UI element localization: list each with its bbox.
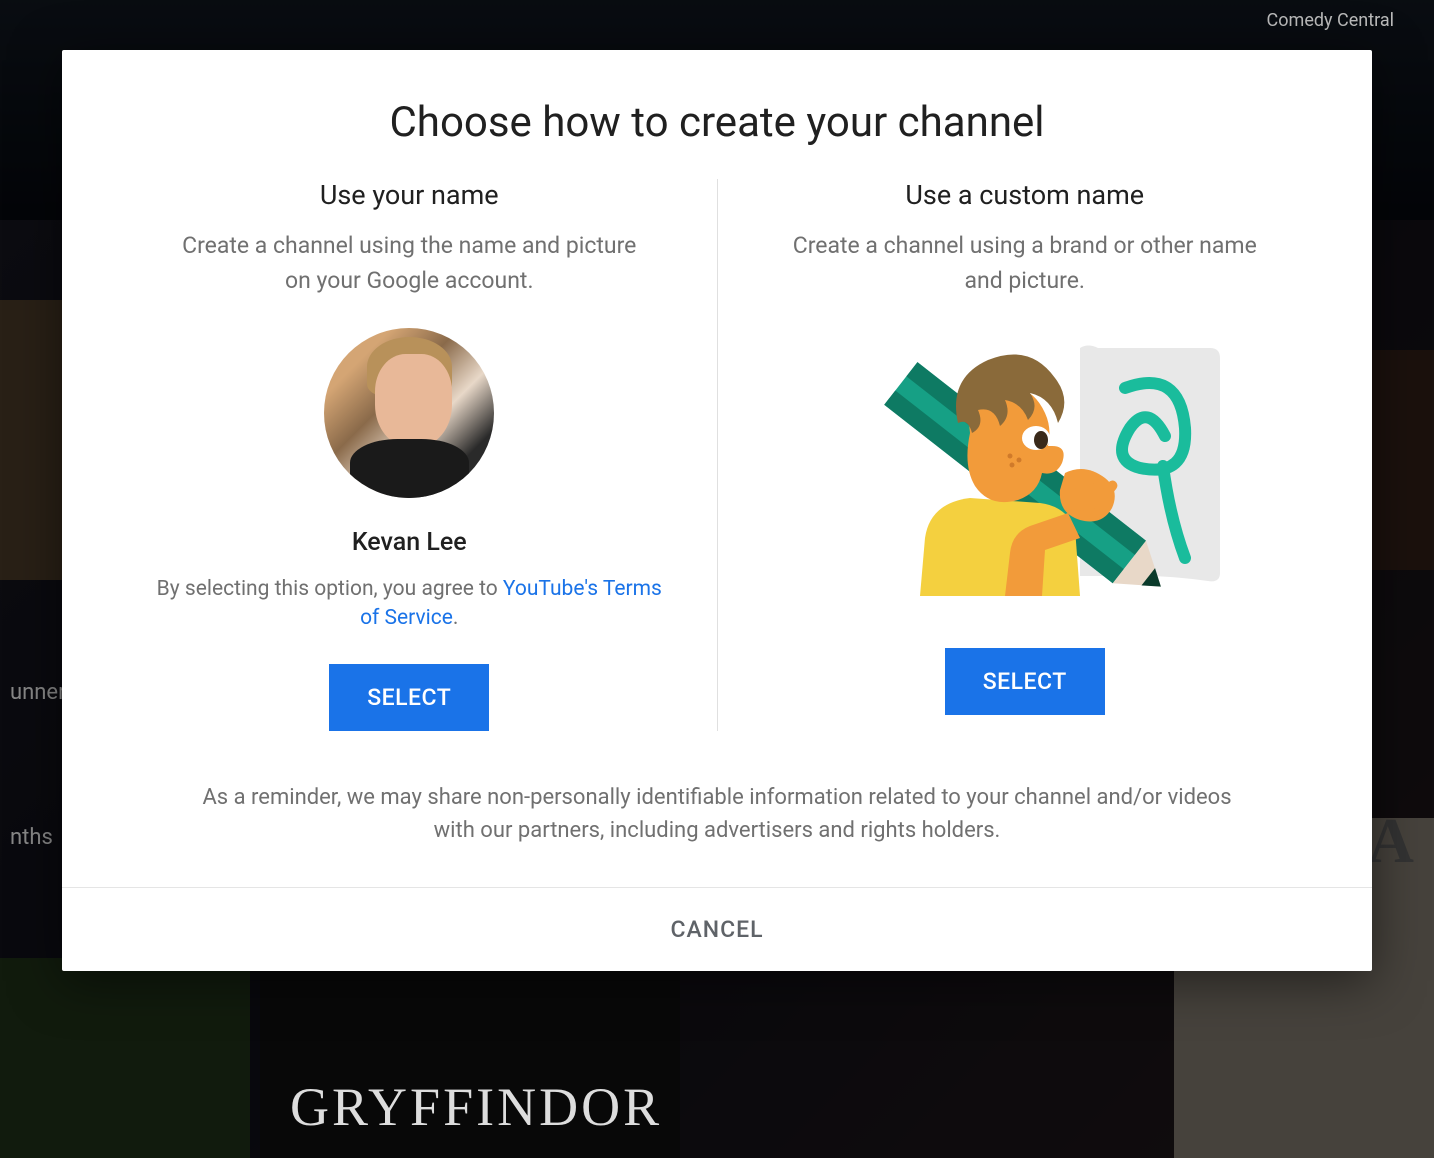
user-name: Kevan Lee bbox=[352, 528, 467, 557]
privacy-reminder: As a reminder, we may share non-personal… bbox=[62, 761, 1372, 887]
option-description: Create a channel using the name and pict… bbox=[169, 229, 649, 298]
background-label: Comedy Central bbox=[1267, 10, 1394, 31]
option-title: Use a custom name bbox=[905, 179, 1144, 211]
channel-options: Use your name Create a channel using the… bbox=[62, 179, 1372, 761]
terms-text: By selecting this option, you agree to Y… bbox=[152, 575, 667, 634]
option-use-your-name: Use your name Create a channel using the… bbox=[102, 179, 717, 731]
option-use-custom-name: Use a custom name Create a channel using… bbox=[718, 179, 1333, 731]
custom-name-illustration-icon bbox=[830, 328, 1220, 598]
background-text: unner nths bbox=[0, 680, 66, 850]
select-custom-button[interactable]: SELECT bbox=[945, 648, 1105, 715]
modal-title: Choose how to create your channel bbox=[62, 50, 1372, 179]
select-personal-button[interactable]: SELECT bbox=[329, 664, 489, 731]
modal-footer: CANCEL bbox=[62, 887, 1372, 971]
background-text: GRYFFINDOR bbox=[290, 1076, 662, 1138]
option-title: Use your name bbox=[320, 179, 499, 211]
avatar bbox=[324, 328, 494, 498]
create-channel-modal: Choose how to create your channel Use yo… bbox=[62, 50, 1372, 971]
option-description: Create a channel using a brand or other … bbox=[785, 229, 1265, 298]
cancel-button[interactable]: CANCEL bbox=[670, 916, 763, 943]
